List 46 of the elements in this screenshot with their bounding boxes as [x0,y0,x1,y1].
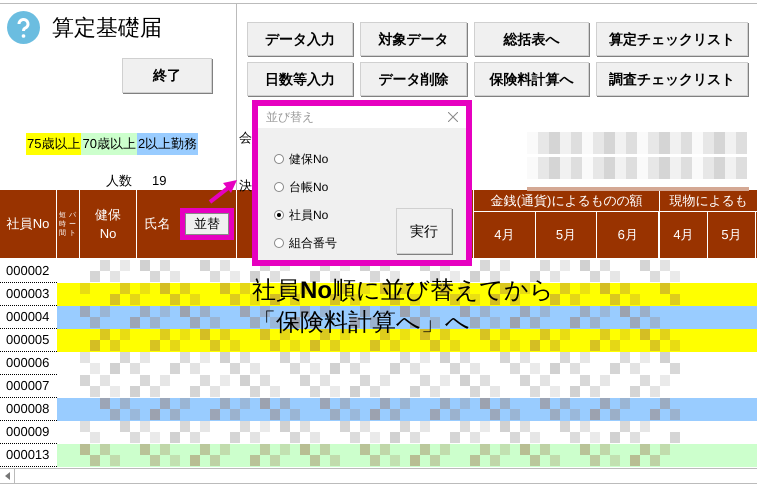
sort-option[interactable]: 組合番号 [274,234,396,252]
toolbar-button[interactable]: 保険料計算へ [474,62,589,96]
legend-item: 75歳以上 [26,133,82,154]
field-label: 決 [239,177,252,195]
column-header: 氏名 [144,215,170,234]
toolbar-button[interactable]: 総括表へ [474,22,589,56]
help-icon[interactable] [7,11,40,44]
column-header: 5月 [708,212,756,258]
headcount-label: 人数 [106,172,132,190]
sort-option[interactable]: 健保No [274,150,396,168]
column-header: 健保No [80,190,137,258]
legend-item: 70歳以上 [81,133,137,154]
sort-option[interactable]: 社員No [274,206,396,224]
left-arrow-icon [4,472,10,480]
radio-button[interactable] [274,238,284,248]
field-label: 会 [239,129,252,147]
toolbar-button[interactable]: 算定チェックリスト [596,22,748,56]
employee-id-cell: 000009 [0,421,57,444]
app-title: 算定基礎届 [52,14,162,42]
column-header: 4月 [660,212,708,258]
radio-button[interactable] [274,154,284,164]
run-button[interactable]: 実行 [396,208,452,254]
column-header: 4月 [474,212,536,258]
radio-button[interactable] [274,182,284,192]
employee-id-cell: 000006 [0,352,57,375]
toolbar-button[interactable]: 調査チェックリスト [596,62,748,96]
column-group-header: 金銭(通貨)によるものの額 [474,190,659,212]
dialog-title: 並び替え [266,109,314,126]
annotation-text: 社員No順に並び替えてから [252,276,554,306]
column-header: 6月 [597,212,660,258]
radio-button[interactable] [274,210,284,220]
column-header: 5月 [536,212,598,258]
annotation-text: 「保険料計算へ」へ [252,308,470,338]
toolbar-button[interactable]: 対象データ [360,22,467,56]
employee-id-cell: 000007 [0,375,57,398]
exit-button[interactable]: 終了 [122,58,212,93]
close-icon[interactable] [448,112,458,122]
toolbar-button[interactable]: データ入力 [247,22,353,56]
legend-item: 2以上勤務 [136,133,198,154]
employee-id-cell: 000002 [0,260,57,283]
column-header: 社員No [0,190,57,258]
toolbar-button[interactable]: データ削除 [360,62,467,96]
headcount-value: 19 [152,172,166,190]
sort-option[interactable]: 台帳No [274,178,396,196]
toolbar-button[interactable]: 日数等入力 [247,62,353,96]
column-group-header: 現物によるも [660,190,757,212]
